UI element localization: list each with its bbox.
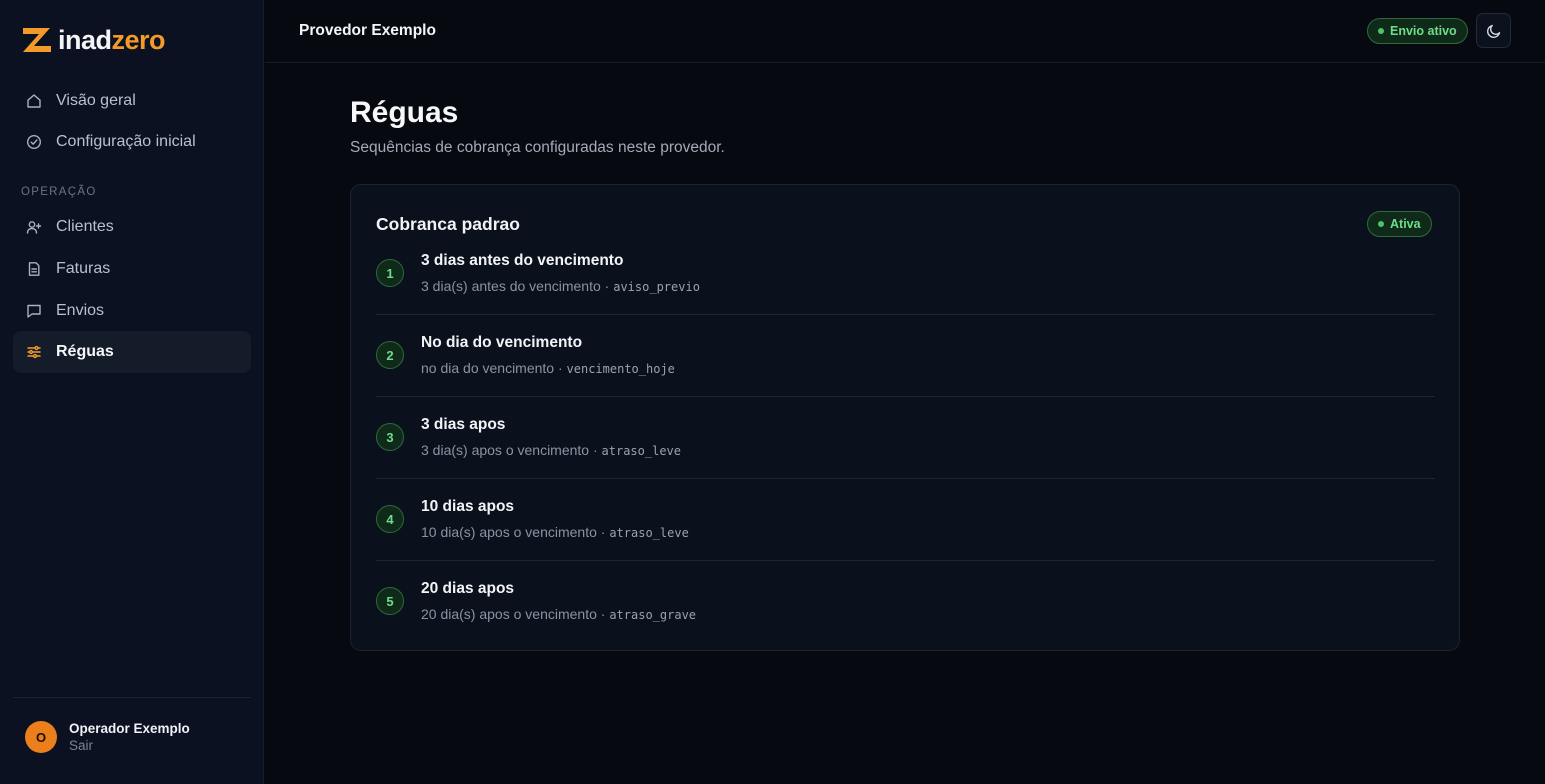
- step-number: 1: [376, 259, 404, 287]
- step-template-code: vencimento_hoje: [566, 362, 675, 376]
- brand-z-icon: [23, 28, 51, 52]
- sidebar-section-label: OPERAÇÃO: [21, 186, 97, 198]
- user-profile: O Operador Exemplo Sair: [25, 720, 190, 754]
- sidebar-item-label: Configuração inicial: [56, 133, 196, 150]
- sidebar-item-configuracao-inicial[interactable]: Configuração inicial: [13, 121, 251, 163]
- step-template-code: aviso_previo: [613, 280, 700, 294]
- step-description-text: 3 dia(s) antes do vencimento ·: [421, 278, 614, 294]
- sidebar-item-label: Clientes: [56, 218, 114, 235]
- step-description: 10 dia(s) apos o vencimento · atraso_lev…: [421, 524, 689, 540]
- user-name: Operador Exemplo: [69, 721, 190, 736]
- sidebar-item-label: Faturas: [56, 260, 111, 277]
- step-number: 5: [376, 587, 404, 615]
- page-subtitle: Sequências de cobrança configuradas nest…: [350, 139, 725, 156]
- theme-toggle-button[interactable]: [1476, 13, 1511, 48]
- ruler-step: 3 3 dias apos 3 dia(s) apos o vencimento…: [376, 397, 1435, 479]
- message-icon: [26, 303, 42, 319]
- step-title: 10 dias apos: [421, 498, 515, 515]
- sidebar-item-label: Visão geral: [56, 92, 136, 109]
- ruler-card: Cobranca padrao Ativa 1 3 dias antes do …: [350, 184, 1460, 651]
- step-template-code: atraso_leve: [609, 526, 689, 540]
- step-number: 3: [376, 423, 404, 451]
- page-title: Réguas: [350, 96, 459, 129]
- sidebar-item-reguas[interactable]: Réguas: [13, 331, 251, 373]
- status-badge: Envio ativo: [1367, 18, 1468, 44]
- sidebar-item-visao-geral[interactable]: Visão geral: [13, 80, 251, 122]
- topbar: Provedor Exemplo Envio ativo: [265, 0, 1545, 63]
- step-title: 20 dias apos: [421, 580, 515, 597]
- ruler-step: 4 10 dias apos 10 dia(s) apos o vencimen…: [376, 479, 1435, 561]
- step-description-text: 20 dia(s) apos o vencimento ·: [421, 606, 610, 622]
- sidebar: inadzero Visão geral Configuração inicia…: [0, 0, 264, 784]
- ruler-step: 1 3 dias antes do vencimento 3 dia(s) an…: [376, 252, 1435, 315]
- ruler-step: 5 20 dias apos 20 dia(s) apos o vencimen…: [376, 561, 1435, 643]
- step-template-code: atraso_grave: [609, 608, 697, 622]
- step-description-text: no dia do vencimento ·: [421, 360, 567, 376]
- step-number: 4: [376, 505, 404, 533]
- check-circle-icon: [26, 134, 42, 150]
- sidebar-item-faturas[interactable]: Faturas: [13, 248, 251, 290]
- brand-name: inadzero: [58, 25, 166, 55]
- sidebar-item-label: Réguas: [56, 343, 114, 360]
- sidebar-item-label: Envios: [56, 302, 105, 319]
- sidebar-item-envios[interactable]: Envios: [13, 290, 251, 332]
- step-description-text: 10 dia(s) apos o vencimento ·: [421, 524, 610, 540]
- step-title: 3 dias antes do vencimento: [421, 252, 624, 269]
- status-dot-icon: [1378, 221, 1384, 227]
- document-icon: [26, 261, 42, 277]
- sidebar-divider: [13, 697, 251, 698]
- provider-name: Provedor Exemplo: [299, 22, 436, 39]
- sliders-icon: [26, 344, 42, 360]
- status-badge-label: Envio ativo: [1390, 24, 1457, 38]
- step-description: 3 dia(s) apos o vencimento · atraso_leve: [421, 442, 681, 458]
- status-dot-icon: [1378, 28, 1384, 34]
- moon-icon: [1486, 24, 1500, 38]
- logout-link[interactable]: Sair: [69, 737, 190, 754]
- step-description: no dia do vencimento · vencimento_hoje: [421, 360, 675, 376]
- avatar: O: [25, 721, 57, 753]
- ruler-step: 2 No dia do vencimento no dia do vencime…: [376, 315, 1435, 397]
- step-description: 3 dia(s) antes do vencimento · aviso_pre…: [421, 278, 700, 294]
- step-description: 20 dia(s) apos o vencimento · atraso_gra…: [421, 606, 696, 622]
- step-description-text: 3 dia(s) apos o vencimento ·: [421, 442, 602, 458]
- ruler-status-badge: Ativa: [1367, 211, 1432, 237]
- home-icon: [26, 93, 42, 109]
- user-plus-icon: [26, 219, 42, 235]
- brand-name-part2: zero: [111, 25, 166, 55]
- brand-name-part1: inad: [58, 25, 112, 55]
- ruler-status-label: Ativa: [1390, 217, 1421, 231]
- step-number: 2: [376, 341, 404, 369]
- step-template-code: atraso_leve: [601, 444, 682, 458]
- sidebar-item-clientes[interactable]: Clientes: [13, 206, 251, 248]
- ruler-name: Cobranca padrao: [376, 214, 520, 234]
- brand-logo[interactable]: inadzero: [21, 25, 166, 55]
- step-title: 3 dias apos: [421, 416, 506, 433]
- step-title: No dia do vencimento: [421, 334, 583, 351]
